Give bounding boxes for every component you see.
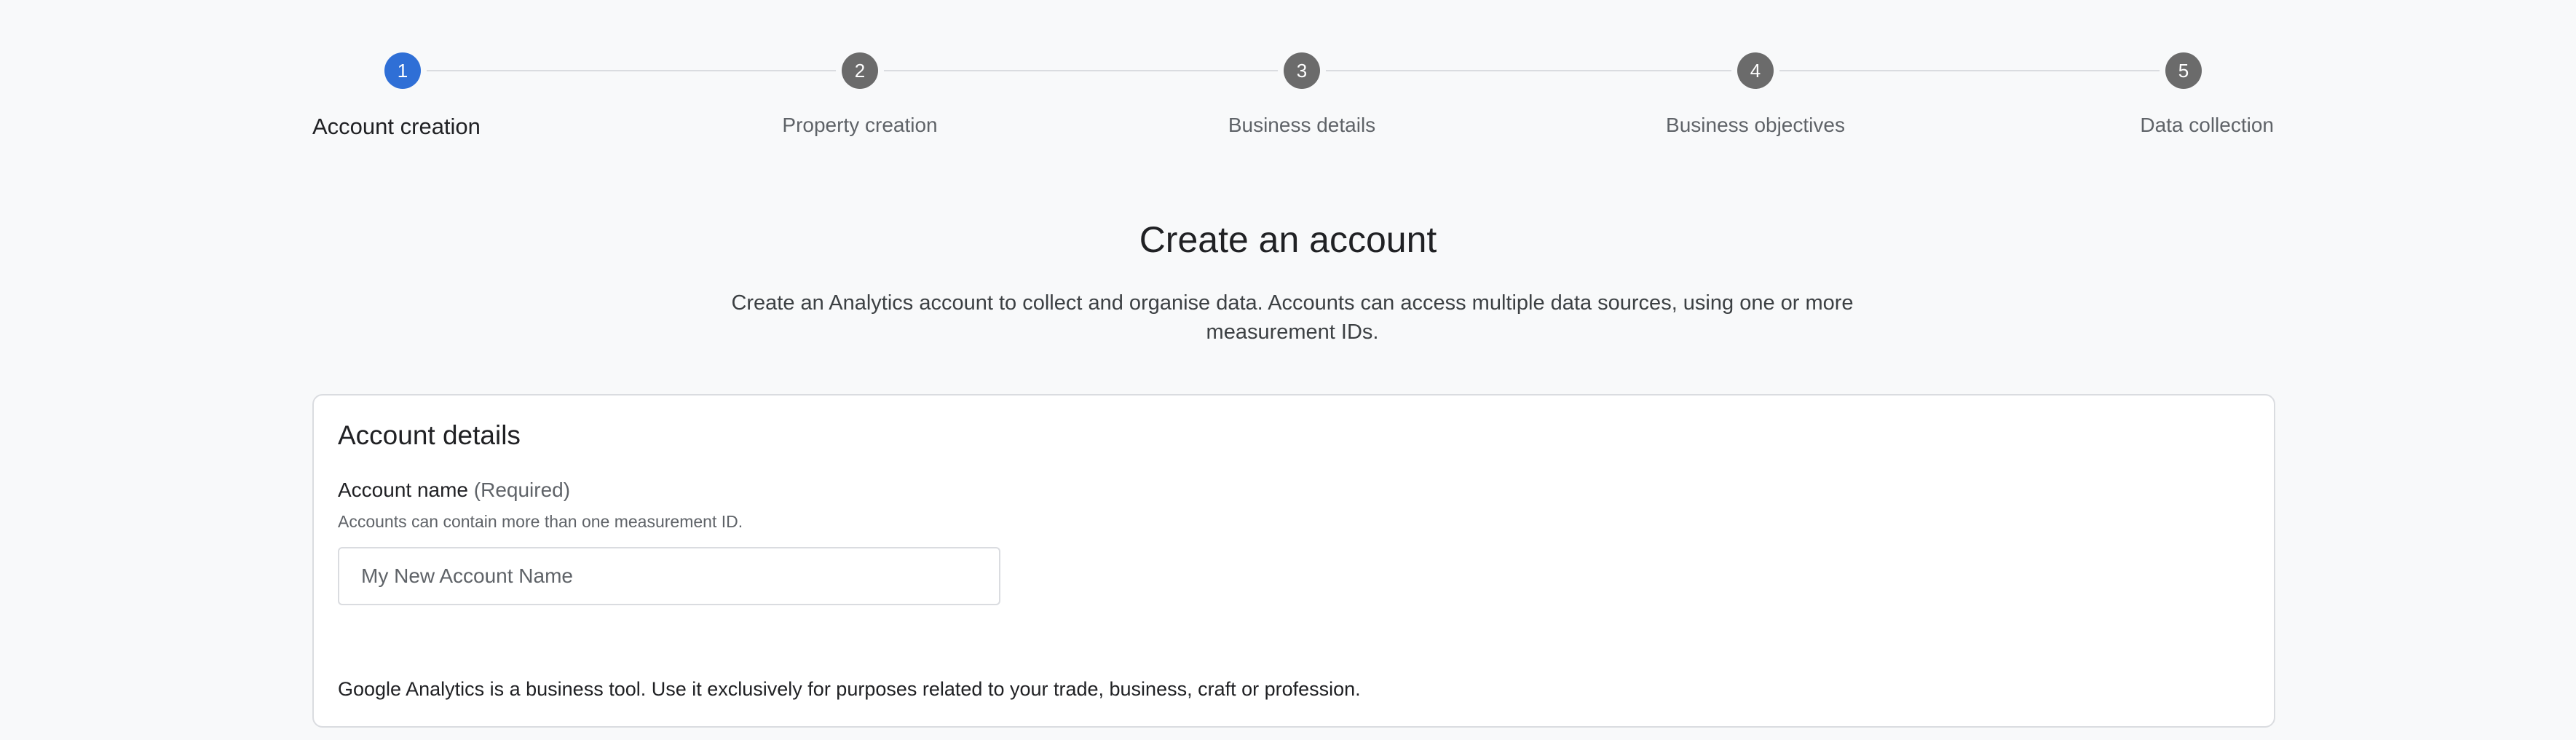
step-label: Business objectives [1666,114,1845,136]
step-account-creation: 1 Account creation [312,52,676,147]
card-title: Account details [338,420,521,450]
account-name-help-text: Accounts can contain more than one measu… [338,512,743,531]
step-label: Account creation [312,114,481,139]
step-data-collection: 5 Data collection [1910,52,2274,147]
step-number-badge: 5 [2165,52,2202,89]
step-business-details: 3 Business details [1120,52,1484,147]
step-number-badge: 1 [384,52,421,89]
progress-stepper: 1 Account creation 2 Property creation 3… [312,52,2274,147]
page-subtitle: Create an Analytics account to collect a… [731,291,1854,344]
step-property-creation: 2 Property creation [678,52,1042,147]
step-label: Data collection [2140,114,2274,136]
required-indicator: (Required) [473,479,571,501]
account-name-input[interactable] [338,547,1000,605]
account-details-card: Account details Account name (Required) … [312,394,2275,728]
step-number-badge: 2 [842,52,878,89]
step-label: Business details [1228,114,1376,136]
page-title: Create an account [1139,219,1437,260]
account-name-label-text: Account name [338,479,468,501]
step-number-badge: 3 [1284,52,1320,89]
step-label: Property creation [782,114,938,136]
step-number-badge: 4 [1737,52,1774,89]
account-name-label: Account name (Required) [338,479,570,502]
business-tool-notice: Google Analytics is a business tool. Use… [338,678,1361,700]
step-business-objectives: 4 Business objectives [1573,52,1937,147]
